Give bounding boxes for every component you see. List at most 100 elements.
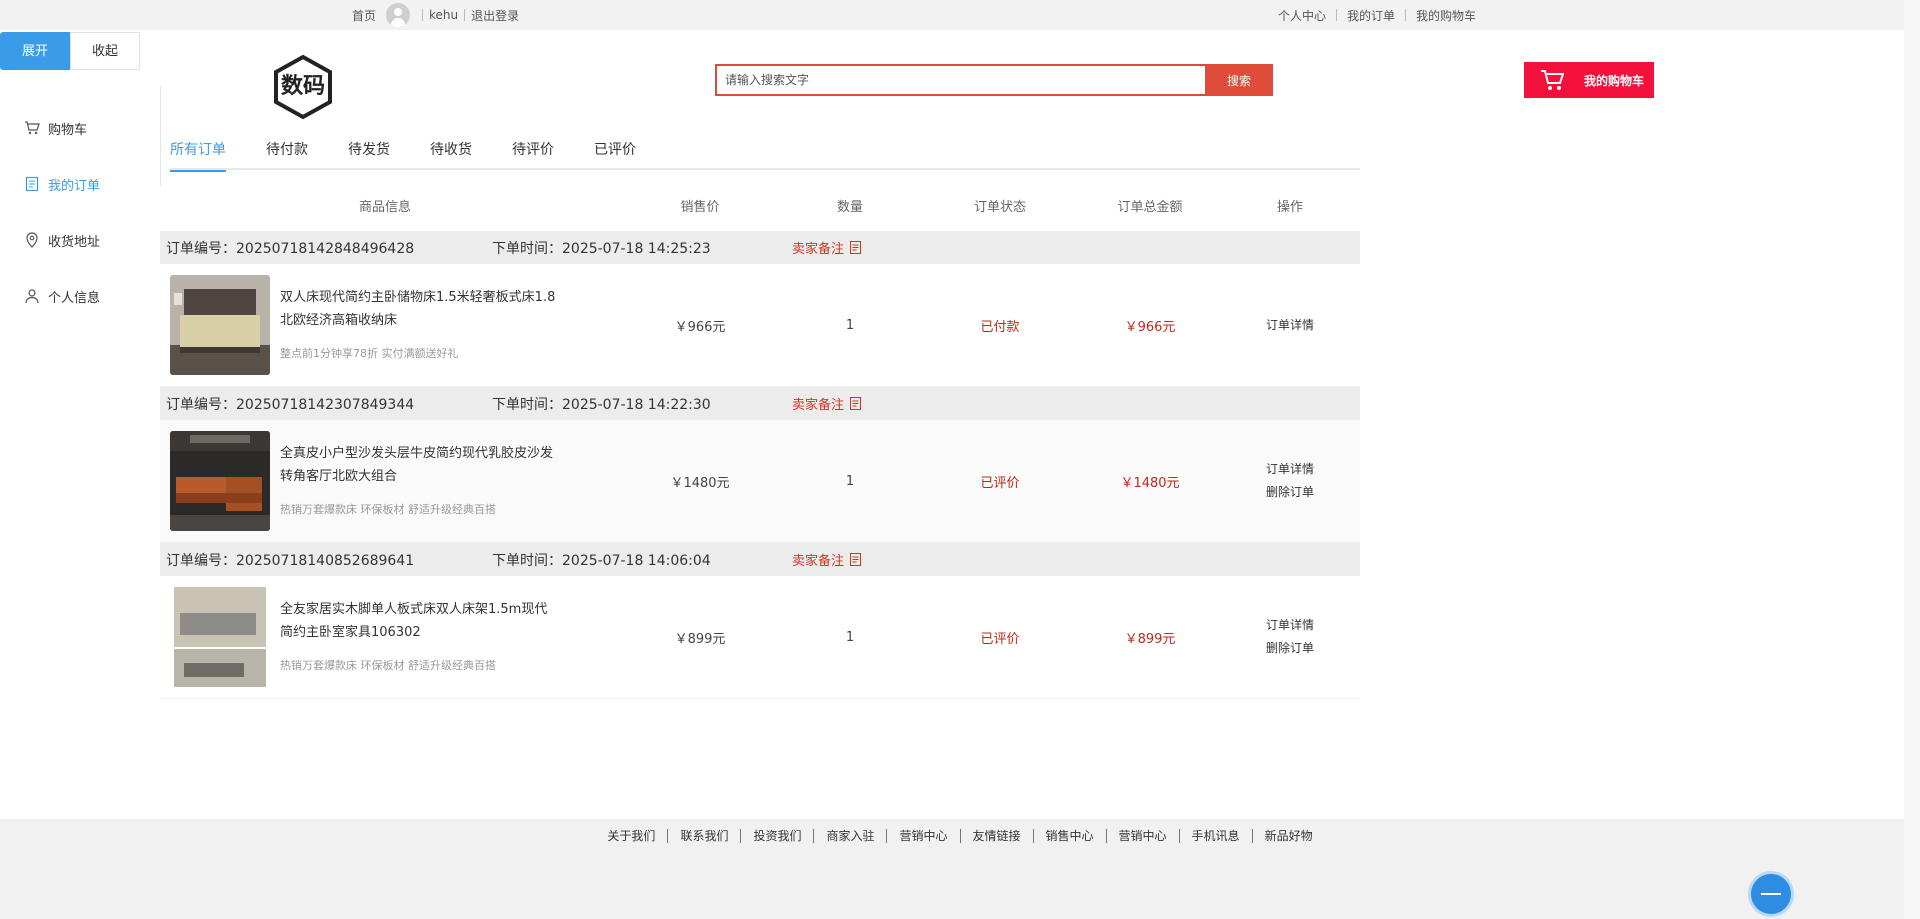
logo[interactable]: 数码 <box>272 54 334 120</box>
sidebar-item-address[interactable]: 收货地址 <box>0 212 160 268</box>
seller-note[interactable]: 卖家备注 <box>792 550 862 569</box>
order-detail-link[interactable]: 订单详情 <box>1266 614 1314 637</box>
footer-link-about[interactable]: 关于我们 <box>595 829 669 843</box>
tab-pending-receipt[interactable]: 待收货 <box>430 140 472 170</box>
order-detail-link[interactable]: 订单详情 <box>1266 314 1314 337</box>
tab-pending-payment[interactable]: 待付款 <box>266 140 308 170</box>
order-header: 订单编号：20250718142307849344 下单时间：2025-07-1… <box>160 387 1360 420</box>
product-promo: 热销万套爆款床 环保板材 舒适升级经典百搭 <box>280 503 496 516</box>
top-bar-left: 首页 kehu 退出登录 <box>352 0 519 30</box>
note-icon <box>850 553 862 566</box>
home-link[interactable]: 首页 <box>352 7 376 24</box>
search-button[interactable]: 搜索 <box>1205 64 1273 96</box>
order-time: 下单时间：2025-07-18 14:25:23 <box>492 240 711 257</box>
quantity: 1 <box>845 317 855 333</box>
personal-center-link[interactable]: 个人中心 <box>1278 7 1326 24</box>
sidebar-item-profile[interactable]: 个人信息 <box>0 268 160 324</box>
order-number: 订单编号：20250718140852689641 <box>166 552 415 569</box>
product-thumbnail[interactable] <box>170 587 270 687</box>
footer-link-contact[interactable]: 联系我们 <box>668 829 742 843</box>
product-name[interactable]: 双人床现代简约主卧储物床1.5米轻奢板式床1.8北欧经济高箱收纳床 <box>280 286 560 332</box>
product-name[interactable]: 全友家居实木脚单人板式床双人床架1.5m现代简约主卧室家具106302 <box>280 598 560 644</box>
tab-all-orders[interactable]: 所有订单 <box>170 140 226 172</box>
order-row: 全真皮小户型沙发头层牛皮简约现代乳胶皮沙发转角客厅北欧大组合 热销万套爆款床 环… <box>160 420 1360 542</box>
tab-pending-shipment[interactable]: 待发货 <box>348 140 390 170</box>
order-table-header: 商品信息 销售价 数量 订单状态 订单总金额 操作 <box>160 196 1360 220</box>
product-promo: 整点前1分钟享78折 实付满额送好礼 <box>280 347 459 360</box>
sidebar-item-my-orders[interactable]: 我的订单 <box>0 156 160 212</box>
sidebar-item-cart[interactable]: 购物车 <box>0 100 160 156</box>
note-icon <box>850 241 862 254</box>
bed-product-image <box>170 587 270 687</box>
search-bar: 搜索 <box>715 64 1273 96</box>
product-promo: 热销万套爆款床 环保板材 舒适升级经典百搭 <box>280 659 496 672</box>
logout-link[interactable]: 退出登录 <box>471 7 519 24</box>
column-header-total: 订单总金额 <box>1117 200 1183 215</box>
location-pin-icon <box>26 232 38 248</box>
order-header: 订单编号：20250718142848496428 下单时间：2025-07-1… <box>160 231 1360 264</box>
quantity: 1 <box>845 629 855 645</box>
scrollbar[interactable] <box>1904 0 1920 919</box>
my-orders-link[interactable]: 我的订单 <box>1347 7 1395 24</box>
order-status: 已评价 <box>980 475 1020 491</box>
order-item: 订单编号：20250718142307849344 下单时间：2025-07-1… <box>160 387 1360 543</box>
my-cart-link[interactable]: 我的购物车 <box>1416 7 1476 24</box>
sidebar-item-label: 收货地址 <box>48 234 101 250</box>
sidebar: 购物车 我的订单 收货地址 个人信息 <box>0 100 160 324</box>
floating-assistant-button[interactable] <box>1748 871 1794 917</box>
divider <box>1405 9 1407 21</box>
cart-icon <box>25 121 40 135</box>
sidebar-item-label: 购物车 <box>48 122 88 138</box>
divider <box>422 9 424 21</box>
order-time: 下单时间：2025-07-18 14:22:30 <box>492 396 711 413</box>
footer-link-merchant[interactable]: 商家入驻 <box>814 829 888 843</box>
order-actions: 订单详情 <box>1220 264 1360 386</box>
order-item: 订单编号：20250718142848496428 下单时间：2025-07-1… <box>160 231 1360 387</box>
order-detail-link[interactable]: 订单详情 <box>1266 458 1314 481</box>
order-total: ￥899元 <box>1124 631 1176 647</box>
search-input[interactable] <box>715 64 1205 96</box>
order-actions: 订单详情 删除订单 <box>1220 420 1360 542</box>
footer-link-marketing[interactable]: 营销中心 <box>887 829 961 843</box>
column-header-quantity: 数量 <box>836 200 863 215</box>
note-icon <box>850 397 862 410</box>
footer-link-invest[interactable]: 投资我们 <box>741 829 815 843</box>
order-tabs: 所有订单 待付款 待发货 待收货 待评价 已评价 <box>170 140 1360 172</box>
footer: 关于我们 联系我们 投资我们 商家入驻 营销中心 友情链接 销售中心 营销中心 … <box>0 819 1920 919</box>
delete-order-link[interactable]: 删除订单 <box>1266 637 1314 660</box>
bed-product-image <box>170 275 270 375</box>
top-bar: 首页 kehu 退出登录 个人中心 我的订单 我的购物车 <box>0 0 1920 30</box>
footer-links: 关于我们 联系我们 投资我们 商家入驻 营销中心 友情链接 销售中心 营销中心 … <box>0 829 1920 843</box>
expand-button[interactable]: 展开 <box>0 32 70 70</box>
sale-price: ￥1480元 <box>670 475 730 491</box>
footer-link-new-products[interactable]: 新品好物 <box>1253 829 1325 843</box>
collapse-button[interactable]: 收起 <box>70 32 140 70</box>
column-header-status: 订单状态 <box>973 200 1026 215</box>
column-header-actions: 操作 <box>1276 200 1303 215</box>
my-cart-button-label: 我的购物车 <box>1584 73 1645 88</box>
seller-note[interactable]: 卖家备注 <box>792 238 862 257</box>
seller-note[interactable]: 卖家备注 <box>792 394 862 413</box>
order-time: 下单时间：2025-07-18 14:06:04 <box>492 552 711 569</box>
sidebar-divider <box>160 86 161 186</box>
tab-reviewed[interactable]: 已评价 <box>594 140 636 170</box>
product-thumbnail[interactable] <box>170 431 270 531</box>
order-total: ￥1480元 <box>1120 475 1180 491</box>
footer-link-marketing-2[interactable]: 营销中心 <box>1107 829 1180 843</box>
product-thumbnail[interactable] <box>170 275 270 375</box>
sidebar-item-label: 我的订单 <box>48 178 101 194</box>
document-icon <box>25 176 39 192</box>
divider <box>464 9 466 21</box>
product-name[interactable]: 全真皮小户型沙发头层牛皮简约现代乳胶皮沙发转角客厅北欧大组合 <box>280 442 560 488</box>
order-row: 双人床现代简约主卧储物床1.5米轻奢板式床1.8北欧经济高箱收纳床 整点前1分钟… <box>160 264 1360 386</box>
footer-link-sales[interactable]: 销售中心 <box>1034 829 1107 843</box>
sidebar-item-label: 个人信息 <box>48 290 101 306</box>
delete-order-link[interactable]: 删除订单 <box>1266 481 1314 504</box>
order-row: 全友家居实木脚单人板式床双人床架1.5m现代简约主卧室家具106302 热销万套… <box>160 576 1360 698</box>
my-cart-button[interactable]: 我的购物车 <box>1524 62 1654 98</box>
divider <box>1336 9 1338 21</box>
tab-pending-review[interactable]: 待评价 <box>512 140 554 170</box>
order-number: 订单编号：20250718142307849344 <box>166 396 415 413</box>
footer-link-friends[interactable]: 友情链接 <box>961 829 1034 843</box>
footer-link-mobile[interactable]: 手机讯息 <box>1180 829 1253 843</box>
